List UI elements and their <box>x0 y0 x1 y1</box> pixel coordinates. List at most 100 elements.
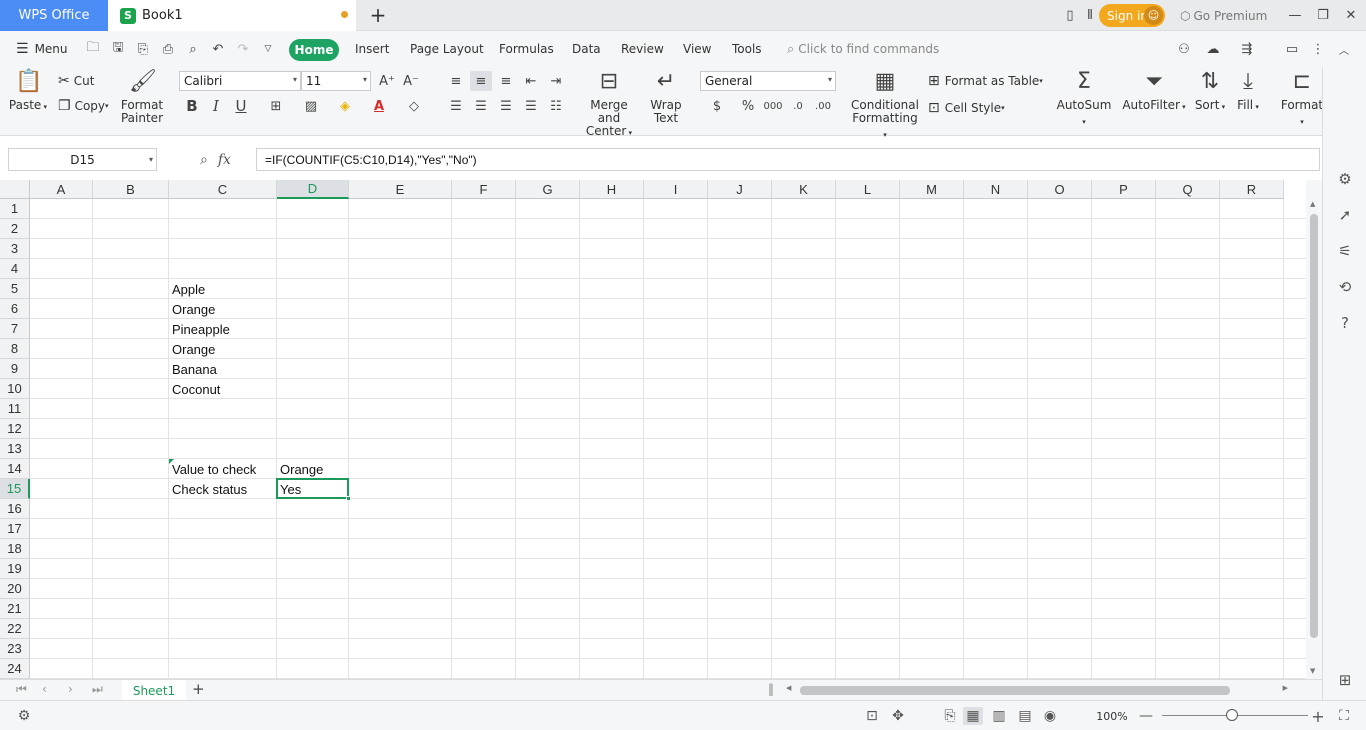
zoom-in-icon[interactable]: + <box>1308 707 1328 726</box>
print-icon[interactable]: ⎙ <box>159 40 177 58</box>
history-icon[interactable]: ⟲ <box>1335 277 1355 297</box>
row-header-24[interactable]: 24 <box>0 659 30 679</box>
column-header-M[interactable]: M <box>900 180 964 199</box>
command-search[interactable]: ⌕ Click to find commands <box>787 31 939 67</box>
autofilter-button[interactable]: ⏷ AutoFilter ▾ <box>1122 69 1186 114</box>
column-header-N[interactable]: N <box>964 180 1028 199</box>
tab-review[interactable]: Review <box>621 31 664 67</box>
thousands-separator-icon[interactable]: 000 <box>762 96 784 116</box>
help-icon[interactable]: ? <box>1335 313 1355 333</box>
clear-format-icon[interactable]: ◇ <box>403 96 425 116</box>
increase-indent-icon[interactable]: ⇥ <box>545 71 567 91</box>
cell-error-indicator-icon[interactable] <box>169 459 174 464</box>
column-header-Q[interactable]: Q <box>1156 180 1220 199</box>
scroll-left-icon[interactable]: ◀ <box>786 684 791 692</box>
reading-mode-icon[interactable]: ⎘ <box>940 707 960 725</box>
distributed-icon[interactable]: ☷ <box>545 96 567 116</box>
minimize-icon[interactable]: — <box>1281 0 1309 31</box>
row-header-4[interactable]: 4 <box>0 259 30 279</box>
sign-in-button[interactable]: Sign in ☺ <box>1099 4 1165 27</box>
page-layout-view-icon[interactable]: ▤ <box>1015 707 1035 725</box>
select-all-corner[interactable] <box>0 180 30 199</box>
column-header-B[interactable]: B <box>93 180 169 199</box>
cell-style-button[interactable]: ⊡ Cell Style ▾ <box>928 98 1005 118</box>
row-header-19[interactable]: 19 <box>0 559 30 579</box>
customize-toolbar-icon[interactable]: ▽ <box>259 40 277 58</box>
zoom-level[interactable]: 100% <box>1092 707 1132 725</box>
column-header-H[interactable]: H <box>580 180 644 199</box>
justify-icon[interactable]: ☰ <box>520 96 542 116</box>
bold-icon[interactable]: B <box>181 96 203 116</box>
close-icon[interactable]: ✕ <box>1337 0 1365 31</box>
page-break-view-icon[interactable]: ▥ <box>989 707 1009 725</box>
fill-handle[interactable] <box>346 496 351 501</box>
cloud-sync-icon[interactable]: ☁ <box>1204 40 1222 58</box>
scroll-up-icon[interactable]: ▲ <box>1310 200 1315 208</box>
column-header-F[interactable]: F <box>452 180 516 199</box>
column-header-O[interactable]: O <box>1028 180 1092 199</box>
currency-icon[interactable]: $ <box>706 96 728 116</box>
go-premium-button[interactable]: ⬡ Go Premium <box>1180 0 1267 31</box>
cell-c5[interactable]: Apple <box>169 279 277 299</box>
tab-formulas[interactable]: Formulas <box>499 31 554 67</box>
row-header-22[interactable]: 22 <box>0 619 30 639</box>
align-middle-icon[interactable]: ≡ <box>470 71 492 91</box>
row-header-5[interactable]: 5 <box>0 279 30 299</box>
autosum-button[interactable]: Σ AutoSum ▾ <box>1054 69 1114 129</box>
row-header-10[interactable]: 10 <box>0 379 30 399</box>
column-header-J[interactable]: J <box>708 180 772 199</box>
column-header-P[interactable]: P <box>1092 180 1156 199</box>
cut-button[interactable]: ✂ Cut <box>58 71 94 91</box>
undo-icon[interactable]: ↶ <box>209 40 227 58</box>
cell-c7[interactable]: Pineapple <box>169 319 277 339</box>
save-icon[interactable]: 🖫 <box>109 40 127 58</box>
tab-home[interactable]: Home <box>289 39 339 61</box>
align-center-icon[interactable]: ☰ <box>470 96 492 116</box>
cell-c9[interactable]: Banana <box>169 359 277 379</box>
row-header-8[interactable]: 8 <box>0 339 30 359</box>
zoom-search-icon[interactable]: ⌕ <box>200 152 208 168</box>
column-header-A[interactable]: A <box>30 180 93 199</box>
row-header-12[interactable]: 12 <box>0 419 30 439</box>
row-header-2[interactable]: 2 <box>0 219 30 239</box>
row-header-9[interactable]: 9 <box>0 359 30 379</box>
column-header-G[interactable]: G <box>516 180 580 199</box>
align-top-icon[interactable]: ≡ <box>445 71 467 91</box>
active-cell-selection[interactable] <box>276 478 351 501</box>
macro-settings-icon[interactable]: ⚙ <box>14 707 34 725</box>
prev-sheet-icon[interactable]: ‹ <box>42 682 47 696</box>
zoom-out-icon[interactable]: — <box>1136 707 1156 725</box>
number-format-select[interactable]: General ▾ <box>700 71 836 91</box>
fullscreen-icon[interactable]: ⛶ <box>1334 707 1354 725</box>
font-size-select[interactable]: 11 ▾ <box>301 71 371 91</box>
split-handle-icon[interactable]: ‖ <box>768 682 774 696</box>
document-tab[interactable]: S Book1 <box>108 0 356 31</box>
column-header-K[interactable]: K <box>772 180 836 199</box>
sort-button[interactable]: ⇅ Sort ▾ <box>1192 69 1228 114</box>
tab-data[interactable]: Data <box>572 31 601 67</box>
format-button[interactable]: ⊏ Format ▾ <box>1280 69 1324 129</box>
wps-office-tab[interactable]: WPS Office <box>0 0 108 31</box>
merge-center-button[interactable]: ⊟ Merge and Center ▾ <box>578 69 640 140</box>
cell-c6[interactable]: Orange <box>169 299 277 319</box>
format-as-table-button[interactable]: ⊞ Format as Table ▾ <box>928 71 1043 91</box>
comment-icon[interactable]: ▭ <box>1283 40 1301 58</box>
cell-c8[interactable]: Orange <box>169 339 277 359</box>
decrease-font-icon[interactable]: A⁻ <box>400 71 422 91</box>
export-pdf-icon[interactable]: ⎘ <box>134 40 152 58</box>
restore-icon[interactable]: ❐ <box>1309 0 1337 31</box>
row-header-16[interactable]: 16 <box>0 499 30 519</box>
tab-tools[interactable]: Tools <box>732 31 762 67</box>
decrease-indent-icon[interactable]: ⇤ <box>520 71 542 91</box>
column-header-D[interactable]: D <box>277 180 349 199</box>
cell-d14[interactable]: Orange <box>277 459 349 479</box>
row-header-18[interactable]: 18 <box>0 539 30 559</box>
adjust-slider-icon[interactable]: ⚟ <box>1335 241 1355 261</box>
zoom-slider-knob[interactable] <box>1226 709 1238 721</box>
last-sheet-icon[interactable]: ⏭ <box>92 682 103 697</box>
name-box[interactable]: D15 ▾ <box>8 148 157 171</box>
scroll-down-icon[interactable]: ▼ <box>1310 667 1315 675</box>
cell-c10[interactable]: Coconut <box>169 379 277 399</box>
collapse-ribbon-icon[interactable]: ︿ <box>1335 40 1353 58</box>
formula-input[interactable]: =IF(COUNTIF(C5:C10,D14),"Yes","No") <box>256 148 1320 171</box>
